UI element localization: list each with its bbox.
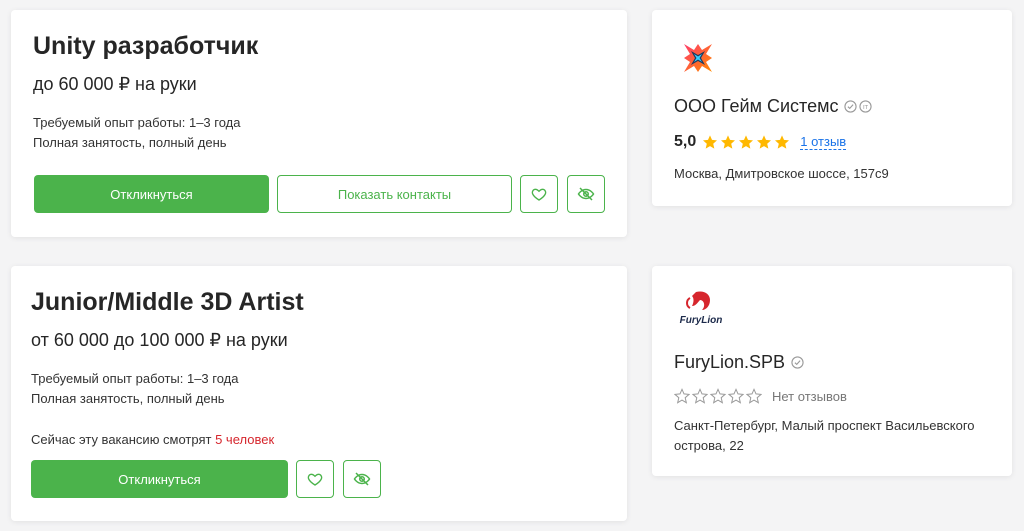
furylion-logo-icon: FuryLion bbox=[680, 291, 723, 326]
star-icon bbox=[674, 388, 690, 404]
company-card: ООО Гейм Системс IT 5,0 1 отзыв Москва, … bbox=[652, 10, 1012, 206]
star-icon bbox=[775, 135, 790, 149]
star-icon bbox=[757, 135, 772, 149]
star-icon bbox=[710, 388, 726, 404]
vacancy-title[interactable]: Unity разработчик bbox=[33, 32, 258, 61]
it-accreditation-icon: IT bbox=[859, 100, 873, 113]
company-name[interactable]: FuryLion.SPB bbox=[674, 352, 804, 373]
eye-off-icon bbox=[353, 472, 371, 486]
company-name[interactable]: ООО Гейм Системс IT bbox=[674, 96, 873, 117]
logo-text: FuryLion bbox=[680, 315, 723, 326]
vacancy-salary: до 60 000 ₽ на руки bbox=[33, 74, 197, 94]
company-rating: 5,0 1 отзыв bbox=[674, 133, 847, 151]
reviews-link[interactable]: 1 отзыв bbox=[800, 134, 847, 150]
company-logo[interactable] bbox=[678, 38, 718, 78]
vacancy-salary: от 60 000 до 100 000 ₽ на руки bbox=[31, 330, 288, 350]
company-address: Санкт-Петербург, Малый проспект Васильев… bbox=[674, 418, 975, 453]
hide-vacancy-button[interactable] bbox=[343, 460, 381, 498]
favorite-button[interactable] bbox=[520, 175, 558, 213]
verification-badges: IT bbox=[844, 100, 873, 113]
vacancy-experience: Требуемый опыт работы: 1–3 года bbox=[33, 115, 241, 130]
apply-button[interactable]: Откликнуться bbox=[31, 460, 288, 498]
hide-vacancy-button[interactable] bbox=[567, 175, 605, 213]
vacancy-employment: Полная занятость, полный день bbox=[31, 391, 225, 406]
watching-now: Сейчас эту вакансию смотрят 5 человек bbox=[31, 432, 274, 447]
company-name-label: ООО Гейм Системс bbox=[674, 96, 839, 116]
company-card: FuryLion FuryLion.SPB Нет отзывов Санкт-… bbox=[652, 266, 1012, 476]
star-icon bbox=[746, 388, 762, 404]
show-contacts-button[interactable]: Показать контакты bbox=[277, 175, 512, 213]
heart-icon bbox=[531, 188, 547, 201]
vacancy-card: Unity разработчик до 60 000 ₽ на руки Тр… bbox=[11, 10, 627, 237]
company-address: Москва, Дмитровское шоссе, 157с9 bbox=[674, 166, 889, 181]
vacancy-employment: Полная занятость, полный день bbox=[33, 135, 227, 150]
verified-icon bbox=[844, 100, 858, 113]
company-rating: Нет отзывов bbox=[674, 388, 847, 404]
game-systems-logo-icon bbox=[684, 44, 712, 72]
apply-button[interactable]: Откликнуться bbox=[34, 175, 269, 213]
star-icon bbox=[721, 135, 736, 149]
eye-off-icon bbox=[577, 187, 595, 201]
star-icon bbox=[692, 388, 708, 404]
verification-badges bbox=[791, 356, 804, 369]
vacancy-card: Junior/Middle 3D Artist от 60 000 до 100… bbox=[11, 266, 627, 521]
star-icon bbox=[739, 135, 754, 149]
rating-stars bbox=[702, 134, 790, 150]
star-icon bbox=[728, 388, 744, 404]
watching-label: Сейчас эту вакансию смотрят bbox=[31, 432, 216, 447]
vacancy-experience: Требуемый опыт работы: 1–3 года bbox=[31, 371, 239, 386]
heart-icon bbox=[307, 473, 323, 486]
svg-text:IT: IT bbox=[863, 105, 869, 111]
company-logo[interactable]: FuryLion bbox=[676, 288, 726, 334]
star-icon bbox=[703, 135, 718, 149]
vacancy-title[interactable]: Junior/Middle 3D Artist bbox=[31, 288, 304, 317]
rating-stars bbox=[674, 388, 762, 404]
no-reviews-label: Нет отзывов bbox=[772, 388, 847, 404]
watching-count: 5 человек bbox=[215, 432, 275, 447]
favorite-button[interactable] bbox=[296, 460, 334, 498]
company-name-label: FuryLion.SPB bbox=[674, 352, 786, 372]
rating-value: 5,0 bbox=[674, 133, 697, 150]
verified-icon bbox=[791, 356, 804, 369]
